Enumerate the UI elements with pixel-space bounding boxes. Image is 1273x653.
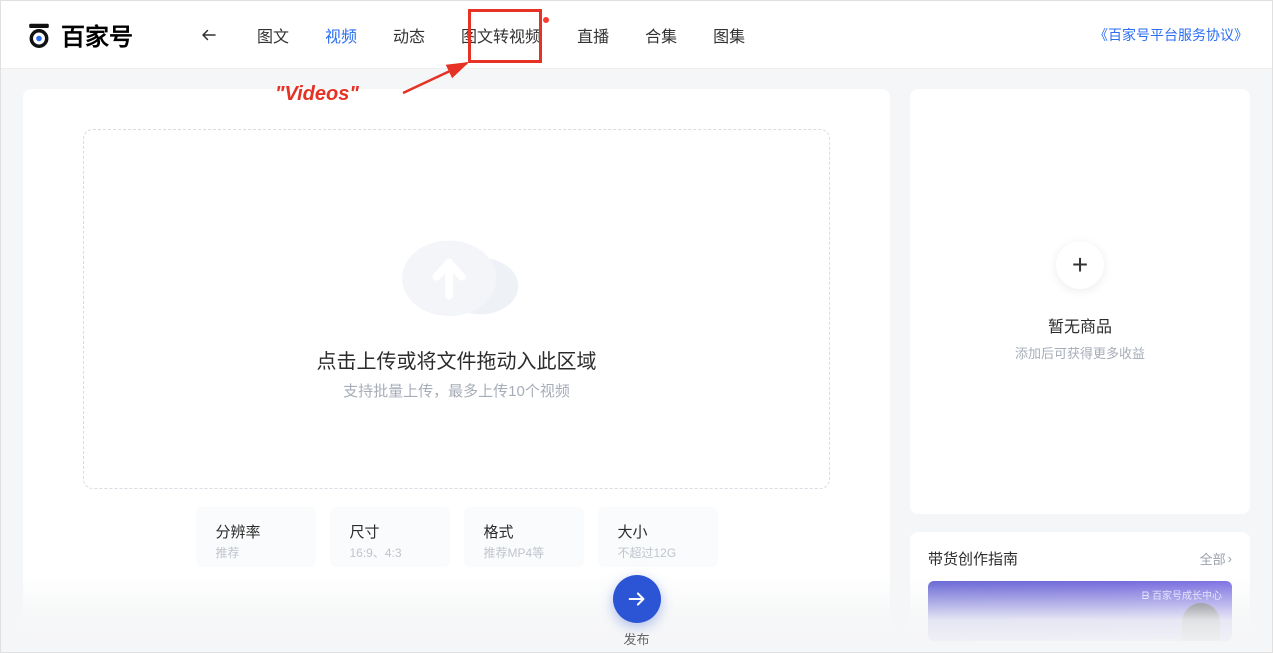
upload-subtitle: 支持批量上传，最多上传10个视频 [343, 380, 570, 401]
arrow-left-icon [200, 26, 218, 44]
tab-moments[interactable]: 动态 [393, 19, 425, 51]
arrow-right-icon [626, 588, 648, 610]
spec-value: 推荐MP4等 [484, 544, 564, 561]
tab-live[interactable]: 直播 [577, 19, 609, 51]
goods-subtitle: 添加后可获得更多收益 [1015, 343, 1145, 362]
guide-card: 带货创作指南 全部 › ᗷ 百家号成长中心 [910, 532, 1250, 652]
spec-value: 推荐 [216, 544, 296, 561]
logo-icon [25, 21, 53, 49]
upload-title: 点击上传或将文件拖动入此区域 [317, 345, 597, 374]
tabs: 图文 视频 动态 图文转视频 直播 合集 图集 [257, 19, 745, 51]
cloud-upload-icon [377, 217, 537, 327]
service-agreement-link[interactable]: 《百家号平台服务协议》 [1094, 25, 1248, 45]
goods-title: 暂无商品 [1048, 313, 1112, 337]
goods-card: + 暂无商品 添加后可获得更多收益 [910, 89, 1250, 514]
guide-banner[interactable]: ᗷ 百家号成长中心 [928, 581, 1232, 641]
guide-title: 带货创作指南 [928, 548, 1018, 569]
add-goods-button[interactable]: + [1056, 241, 1104, 289]
spec-resolution: 分辨率 推荐 [196, 507, 316, 567]
tab-article-to-video[interactable]: 图文转视频 [461, 19, 541, 51]
guide-header: 带货创作指南 全部 › [928, 548, 1232, 569]
right-panel: + 暂无商品 添加后可获得更多收益 带货创作指南 全部 › ᗷ 百家号成长中心 [910, 89, 1250, 652]
main-content: 点击上传或将文件拖动入此区域 支持批量上传，最多上传10个视频 分辨率 推荐 尺… [1, 69, 1272, 652]
spec-dimensions: 尺寸 16:9、4:3 [330, 507, 450, 567]
guide-all-link[interactable]: 全部 › [1200, 549, 1232, 568]
spec-label: 尺寸 [350, 521, 430, 542]
header: 百家号 图文 视频 动态 图文转视频 直播 合集 图集 《百家号平台服务协议》 [1, 1, 1272, 69]
upload-panel: 点击上传或将文件拖动入此区域 支持批量上传，最多上传10个视频 分辨率 推荐 尺… [23, 89, 890, 652]
spec-format: 格式 推荐MP4等 [464, 507, 584, 567]
chevron-right-icon: › [1228, 551, 1232, 566]
tab-video[interactable]: 视频 [325, 19, 357, 51]
tab-gallery[interactable]: 图集 [713, 19, 745, 51]
tab-label: 图文转视频 [461, 29, 541, 46]
spec-value: 16:9、4:3 [350, 544, 430, 561]
tab-collection[interactable]: 合集 [645, 19, 677, 51]
notification-dot-icon [543, 17, 549, 23]
annotation-text: "Videos" [275, 83, 359, 106]
tab-article[interactable]: 图文 [257, 19, 289, 51]
upload-dropzone[interactable]: 点击上传或将文件拖动入此区域 支持批量上传，最多上传10个视频 [83, 129, 830, 489]
plus-icon: + [1072, 249, 1088, 281]
guide-banner-brand: ᗷ 百家号成长中心 [1142, 587, 1222, 602]
logo[interactable]: 百家号 [25, 17, 133, 52]
spec-value: 不超过12G [618, 544, 698, 561]
spec-label: 分辨率 [216, 521, 296, 542]
guide-all-label: 全部 [1200, 549, 1226, 568]
spec-size: 大小 不超过12G [598, 507, 718, 567]
logo-text: 百家号 [61, 17, 133, 52]
publish-button[interactable] [613, 575, 661, 623]
avatar-icon [1182, 603, 1220, 641]
spec-label: 格式 [484, 521, 564, 542]
spec-row: 分辨率 推荐 尺寸 16:9、4:3 格式 推荐MP4等 大小 不超过12G [83, 507, 830, 567]
spec-label: 大小 [618, 521, 698, 542]
back-button[interactable] [193, 19, 225, 51]
